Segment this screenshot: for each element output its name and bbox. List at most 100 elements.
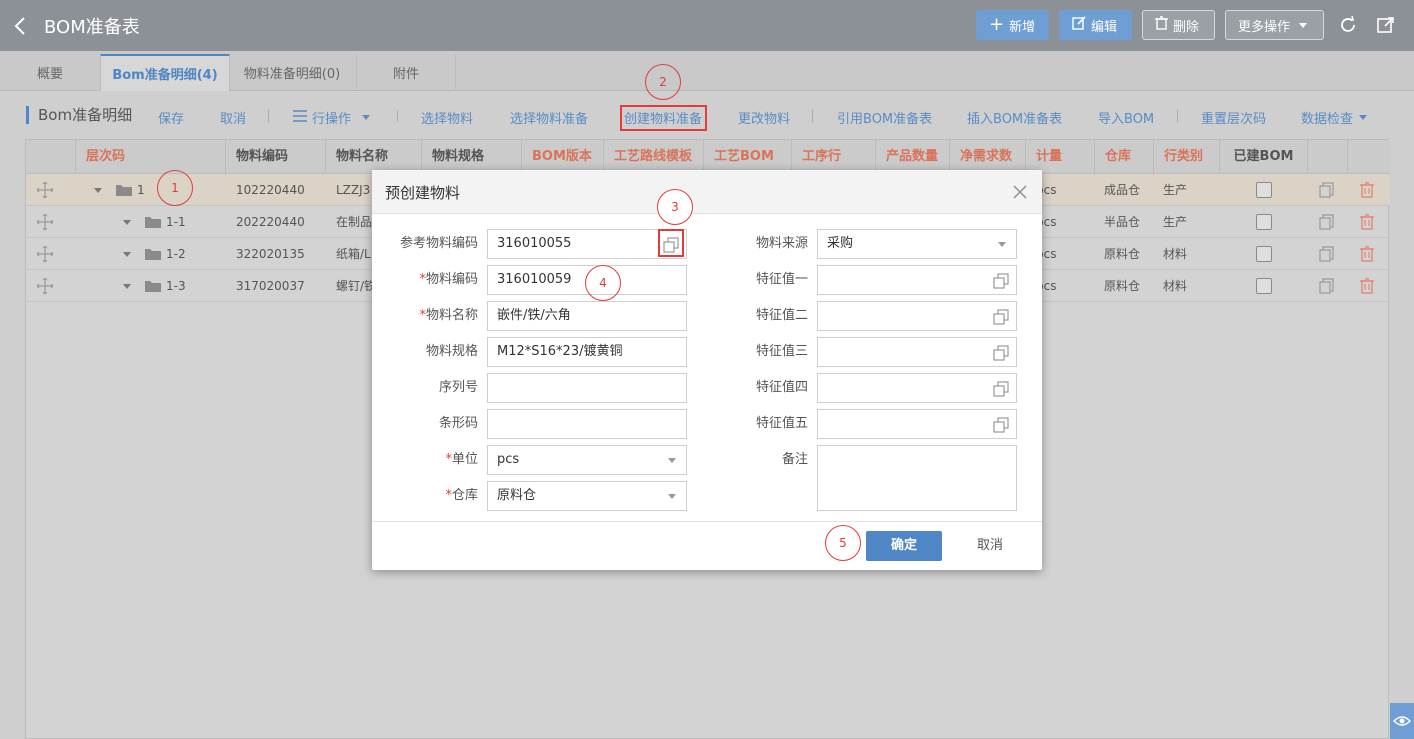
caret-down-icon bbox=[362, 115, 371, 120]
feature-value-2-input[interactable] bbox=[817, 301, 1017, 331]
export-icon[interactable] bbox=[1372, 10, 1400, 40]
material-name-input[interactable]: 嵌件/铁/六角 bbox=[487, 301, 687, 331]
save-button[interactable]: 保存 bbox=[158, 108, 184, 127]
bom-built-checkbox[interactable] bbox=[1256, 246, 1272, 262]
col-level[interactable]: 层次码 bbox=[76, 140, 226, 174]
drag-handle-icon[interactable] bbox=[36, 206, 54, 238]
col-bom-built[interactable]: 已建BOM bbox=[1220, 140, 1308, 174]
copy-icon[interactable] bbox=[1319, 206, 1335, 238]
bom-built-checkbox[interactable] bbox=[1256, 182, 1272, 198]
col-code[interactable]: 物料编码 bbox=[226, 140, 326, 174]
data-check-menu[interactable]: 数据检查 bbox=[1301, 108, 1368, 127]
lookup-icon[interactable] bbox=[993, 416, 1009, 433]
copy-icon[interactable] bbox=[1319, 270, 1335, 302]
col-process-bom[interactable]: 工艺BOM bbox=[704, 140, 792, 174]
eye-icon[interactable] bbox=[1390, 703, 1414, 739]
cell-warehouse: 原料仓 bbox=[1104, 279, 1141, 293]
new-button[interactable]: + 新增 bbox=[976, 10, 1049, 40]
reset-level-button[interactable]: 重置层次码 bbox=[1201, 108, 1266, 127]
feature-value-1-label: 特征值一 bbox=[755, 272, 808, 287]
cell-level: 1-1 bbox=[166, 215, 186, 229]
edit-button[interactable]: 编辑 bbox=[1059, 10, 1132, 40]
remark-textarea[interactable] bbox=[817, 445, 1017, 511]
tab-bom-detail[interactable]: Bom准备明细(4) bbox=[100, 54, 230, 91]
drag-handle-icon[interactable] bbox=[36, 238, 54, 270]
feature-value-3-input[interactable] bbox=[817, 337, 1017, 367]
plus-icon: + bbox=[989, 14, 1005, 35]
more-actions-button[interactable]: 更多操作 bbox=[1225, 10, 1324, 40]
confirm-button[interactable]: 确定 bbox=[866, 531, 942, 561]
copy-icon[interactable] bbox=[1319, 174, 1335, 206]
col-net-demand[interactable]: 净需求数 bbox=[950, 140, 1026, 174]
ref-bom-button[interactable]: 引用BOM准备表 bbox=[837, 108, 932, 127]
serial-number-input[interactable] bbox=[487, 373, 687, 403]
material-source-select[interactable]: 采购 bbox=[817, 229, 1017, 259]
col-row-category[interactable]: 行类别 bbox=[1154, 140, 1220, 174]
feature-value-4-input[interactable] bbox=[817, 373, 1017, 403]
feature-value-1-input[interactable] bbox=[817, 265, 1017, 295]
col-process-line[interactable]: 工序行 bbox=[792, 140, 876, 174]
col-bom-version[interactable]: BOM版本 bbox=[522, 140, 604, 174]
change-material-button[interactable]: 更改物料 bbox=[738, 108, 790, 127]
lookup-icon[interactable] bbox=[993, 272, 1009, 289]
col-spec[interactable]: 物料规格 bbox=[422, 140, 522, 174]
expand-caret-icon[interactable] bbox=[94, 174, 102, 206]
cancel-link[interactable]: 取消 bbox=[220, 108, 246, 127]
feature-value-5-input[interactable] bbox=[817, 409, 1017, 439]
lookup-icon[interactable] bbox=[993, 344, 1009, 361]
unit-select[interactable]: pcs bbox=[487, 445, 687, 475]
refresh-icon[interactable] bbox=[1334, 10, 1362, 40]
warehouse-label: *仓库 bbox=[445, 488, 478, 503]
highlight-box bbox=[620, 105, 707, 131]
tab-bar: 概要 Bom准备明细(4) 物料准备明细(0) 附件 bbox=[0, 51, 1414, 91]
barcode-input[interactable] bbox=[487, 409, 687, 439]
cancel-button[interactable]: 取消 bbox=[962, 531, 1018, 561]
expand-caret-icon[interactable] bbox=[123, 206, 131, 238]
toolbar-separator bbox=[1177, 110, 1178, 122]
dialog-header: 预创建物料 bbox=[372, 170, 1042, 214]
feature-value-4-label: 特征值四 bbox=[755, 380, 808, 395]
delete-icon[interactable] bbox=[1359, 238, 1375, 270]
tab-overview[interactable]: 概要 bbox=[0, 54, 100, 91]
select-material-button[interactable]: 选择物料 bbox=[421, 108, 473, 127]
drag-handle-icon[interactable] bbox=[36, 174, 54, 206]
delete-icon[interactable] bbox=[1359, 270, 1375, 302]
close-icon[interactable] bbox=[1010, 182, 1030, 202]
top-header: BOM准备表 + 新增 编辑 删除 更多操作 bbox=[0, 0, 1414, 51]
feature-value-5-label: 特征值五 bbox=[755, 416, 808, 431]
back-arrow-icon[interactable] bbox=[0, 0, 40, 51]
row-ops-menu[interactable]: 行操作 bbox=[293, 108, 371, 127]
col-warehouse[interactable]: 仓库 bbox=[1095, 140, 1154, 174]
col-name[interactable]: 物料名称 bbox=[326, 140, 422, 174]
drag-handle-icon[interactable] bbox=[36, 270, 54, 302]
table-header: 层次码 物料编码 物料名称 物料规格 BOM版本 工艺路线模板 工艺BOM 工序… bbox=[26, 140, 1390, 174]
material-spec-input[interactable]: M12*S16*23/镀黄铜 bbox=[487, 337, 687, 367]
delete-icon[interactable] bbox=[1359, 206, 1375, 238]
cell-warehouse: 成品仓 bbox=[1104, 183, 1141, 197]
cell-level: 1 bbox=[137, 183, 145, 197]
bom-built-checkbox[interactable] bbox=[1256, 278, 1272, 294]
tab-attachments[interactable]: 附件 bbox=[356, 54, 456, 91]
import-bom-button[interactable]: 导入BOM bbox=[1098, 108, 1154, 127]
col-unit[interactable]: 计量 bbox=[1026, 140, 1095, 174]
lookup-icon[interactable] bbox=[993, 380, 1009, 397]
tab-material-detail[interactable]: 物料准备明细(0) bbox=[230, 54, 354, 91]
lookup-icon[interactable] bbox=[993, 308, 1009, 325]
insert-bom-button[interactable]: 插入BOM准备表 bbox=[967, 108, 1062, 127]
bom-built-checkbox[interactable] bbox=[1256, 214, 1272, 230]
col-route-template[interactable]: 工艺路线模板 bbox=[604, 140, 704, 174]
cell-category: 生产 bbox=[1163, 215, 1188, 229]
ref-material-code-input[interactable]: 316010055 bbox=[487, 229, 687, 259]
warehouse-select[interactable]: 原料仓 bbox=[487, 481, 687, 511]
select-material-prep-button[interactable]: 选择物料准备 bbox=[510, 108, 588, 127]
step-marker-2: 2 bbox=[645, 64, 681, 100]
delete-icon[interactable] bbox=[1359, 174, 1375, 206]
copy-icon[interactable] bbox=[1319, 238, 1335, 270]
expand-caret-icon[interactable] bbox=[123, 238, 131, 270]
col-product-qty[interactable]: 产品数量 bbox=[876, 140, 950, 174]
folder-icon bbox=[115, 174, 133, 206]
highlight-box bbox=[658, 229, 684, 257]
delete-button[interactable]: 删除 bbox=[1142, 10, 1215, 40]
expand-caret-icon[interactable] bbox=[123, 270, 131, 302]
col-drag bbox=[26, 140, 76, 174]
